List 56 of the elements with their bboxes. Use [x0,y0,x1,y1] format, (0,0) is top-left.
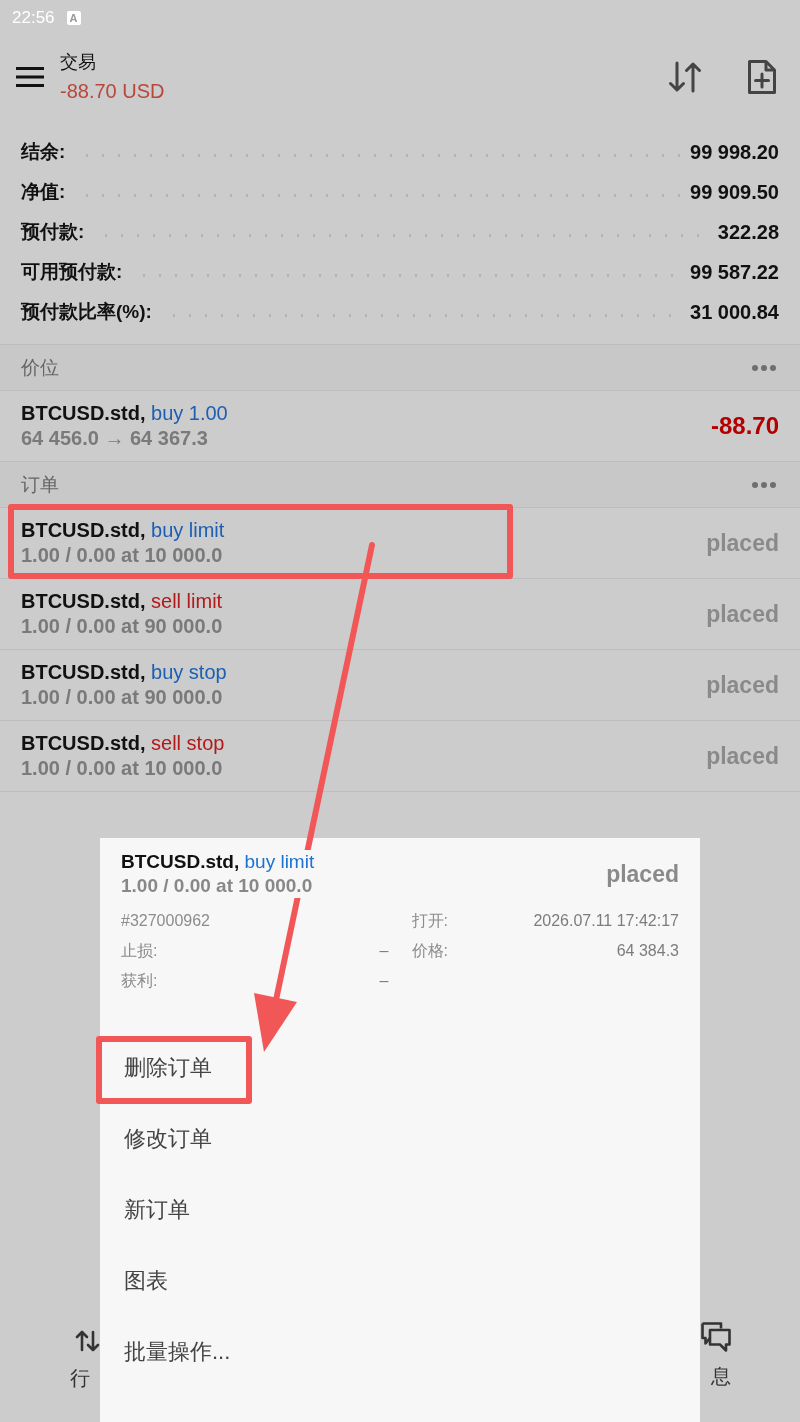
summary-value: 99 587.22 [690,260,779,284]
position-prices: 64 456.0 → 64 367.3 [21,426,208,451]
summary-label: 结余: [21,140,66,164]
field-value: – [379,942,389,960]
field-label: 获利: [121,970,158,991]
account-profit: -88.70 USD [60,79,165,104]
summary-value: 99 998.20 [690,140,779,164]
summary-value: 99 909.50 [690,180,779,204]
order-details: 1.00 / 0.00 at 10 000.0 [21,543,223,568]
order-status: placed [606,860,679,888]
menu-item[interactable]: 图表 [100,1245,700,1316]
summary-label: 可用预付款: [21,260,123,284]
summary-label: 预付款比率(%): [21,300,152,324]
field-value: 64 384.3 [616,942,679,960]
nav-label[interactable]: 行 [70,1366,90,1390]
field-label: 打开: [411,910,448,931]
order-details: 1.00 / 0.00 at 90 000.0 [21,685,223,710]
order-status: placed [706,742,779,770]
up-down-arrows-icon[interactable] [75,1330,100,1352]
menu-item[interactable]: 修改订单 [100,1103,700,1174]
menu-item[interactable]: 新订单 [100,1174,700,1245]
order-title: BTCUSD.std, buy limit [21,518,225,543]
order-status: placed [706,529,779,557]
nav-label[interactable]: 息 [711,1364,731,1388]
position-profit: -88.70 [710,412,779,440]
menu-item[interactable]: 删除订单 [100,1032,700,1103]
order-status: placed [706,671,779,699]
order-details: 1.00 / 0.00 at 10 000.0 [121,874,313,898]
notification-badge: A [66,11,81,25]
menu-icon[interactable] [16,67,44,87]
order-ticket: #327000962 [121,912,210,930]
new-document-icon[interactable] [748,60,776,94]
more-icon[interactable] [752,364,776,371]
menu-item[interactable]: 批量操作... [100,1316,700,1387]
section-title: 订单 [21,472,59,497]
more-icon[interactable] [752,481,776,488]
chat-bubbles-icon[interactable] [701,1322,731,1352]
order-title: BTCUSD.std, sell limit [21,589,223,614]
order-details: 1.00 / 0.00 at 10 000.0 [21,756,223,781]
field-value: – [379,972,389,990]
order-title: BTCUSD.std, buy limit [121,850,315,874]
summary-value: 322.28 [717,220,779,244]
order-title: BTCUSD.std, buy stop [21,660,227,685]
summary-value: 31 000.84 [690,300,779,324]
summary-label: 净值: [21,180,66,204]
field-value: 2026.07.11 17:42:17 [533,912,679,930]
summary-label: 预付款: [21,220,85,244]
position-title: BTCUSD.std, buy 1.00 [21,401,228,426]
field-label: 价格: [411,940,448,961]
app-title: 交易 [60,51,97,74]
order-status: placed [706,600,779,628]
order-details: 1.00 / 0.00 at 90 000.0 [21,614,223,639]
field-label: 止损: [121,940,158,961]
sort-arrows-icon[interactable] [668,61,702,93]
order-title: BTCUSD.std, sell stop [21,731,225,756]
section-title: 价位 [21,355,59,380]
